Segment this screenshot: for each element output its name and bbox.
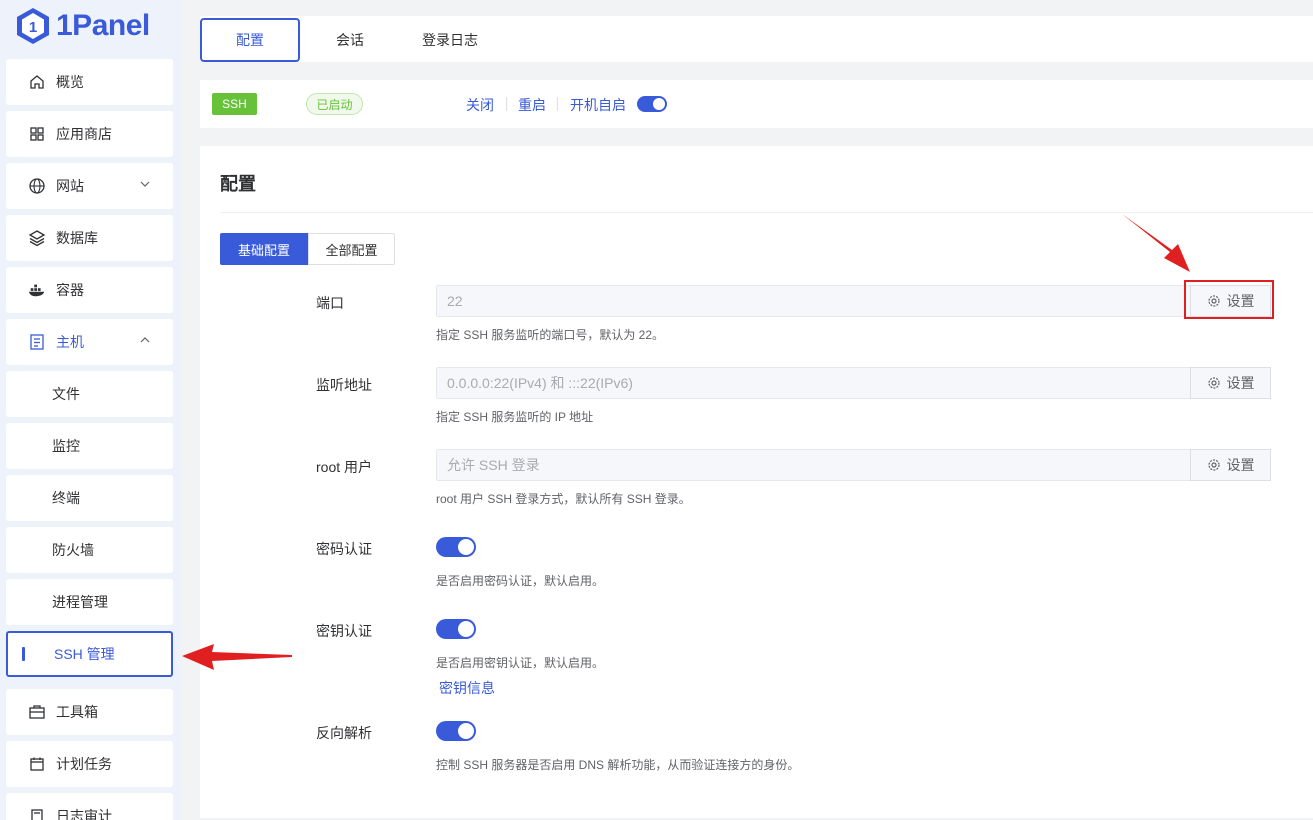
tab-config[interactable]: 配置 xyxy=(200,18,300,62)
sidebar-item-label: 工具箱 xyxy=(56,704,98,720)
listen-label: 监听地址 xyxy=(316,377,372,393)
set-label: 设置 xyxy=(1226,375,1255,391)
sidebar-item-database[interactable]: 数据库 xyxy=(6,215,173,261)
sidebar-item-label: 监控 xyxy=(52,438,80,454)
home-icon xyxy=(28,73,46,91)
sidebar-item-container[interactable]: 容器 xyxy=(6,267,173,313)
active-indicator xyxy=(22,647,25,661)
log-icon xyxy=(28,807,46,820)
service-status-bar: SSH 已启动 关闭 重启 开机自启 xyxy=(200,80,1313,128)
all-config-tab[interactable]: 全部配置 xyxy=(308,233,395,265)
sidebar-item-label: 网站 xyxy=(56,178,84,194)
divider xyxy=(506,97,507,111)
tab-sessions[interactable]: 会话 xyxy=(336,18,364,62)
port-value: 22 xyxy=(447,293,463,309)
sidebar-item-label: 进程管理 xyxy=(52,594,108,610)
reverse-dns-hint: 控制 SSH 服务器是否启用 DNS 解析功能，从而验证连接方的身份。 xyxy=(436,758,800,772)
password-auth-hint: 是否启用密码认证，默认启用。 xyxy=(436,574,605,588)
gear-icon xyxy=(1207,377,1220,389)
set-label: 设置 xyxy=(1226,457,1255,473)
tab-bar: 配置 会话 登录日志 xyxy=(200,16,1313,62)
sidebar-item-label: 终端 xyxy=(52,490,80,506)
host-icon xyxy=(28,333,46,351)
sidebar-item-label: 防火墙 xyxy=(52,542,94,558)
sidebar-item-host[interactable]: 主机 xyxy=(6,319,173,365)
sidebar: 1 1Panel 概览 应用商店 网站 数据库 容器 主机 文件 监控 终端 防… xyxy=(0,0,182,820)
listen-hint: 指定 SSH 服务监听的 IP 地址 xyxy=(436,410,594,424)
annotation-arrow-icon xyxy=(182,644,292,670)
chevron-up-icon xyxy=(140,337,150,343)
sidebar-item-label: 文件 xyxy=(52,386,80,402)
password-auth-label: 密码认证 xyxy=(316,541,372,557)
sidebar-item-label: 容器 xyxy=(56,282,84,298)
svg-text:1: 1 xyxy=(29,19,37,36)
sidebar-item-process[interactable]: 进程管理 xyxy=(6,579,173,625)
chevron-down-icon xyxy=(140,181,150,187)
root-value: 允许 SSH 登录 xyxy=(447,457,540,473)
sidebar-item-toolbox[interactable]: 工具箱 xyxy=(6,689,173,735)
sidebar-item-files[interactable]: 文件 xyxy=(6,371,173,417)
sidebar-item-logs[interactable]: 日志审计 xyxy=(6,793,173,820)
port-input: 22 设置 xyxy=(436,285,1271,317)
port-label: 端口 xyxy=(316,295,344,311)
gear-icon xyxy=(1207,459,1220,471)
sidebar-item-terminal[interactable]: 终端 xyxy=(6,475,173,521)
key-auth-hint: 是否启用密钥认证，默认启用。 xyxy=(436,656,605,670)
basic-config-tab[interactable]: 基础配置 xyxy=(220,233,308,265)
tab-login-logs[interactable]: 登录日志 xyxy=(422,18,478,62)
restart-button[interactable]: 重启 xyxy=(518,95,546,115)
listen-set-button[interactable]: 设置 xyxy=(1190,367,1271,399)
sidebar-item-cron[interactable]: 计划任务 xyxy=(6,741,173,787)
sidebar-item-label: 应用商店 xyxy=(56,126,112,142)
reverse-dns-toggle[interactable] xyxy=(436,721,476,741)
autostart-label: 开机自启 xyxy=(570,97,626,113)
card-title: 配置 xyxy=(220,174,256,194)
key-auth-label: 密钥认证 xyxy=(316,623,372,639)
layers-icon xyxy=(28,229,46,247)
sidebar-item-overview[interactable]: 概览 xyxy=(6,59,173,105)
reverse-dns-label: 反向解析 xyxy=(316,725,372,741)
highlight-box xyxy=(1184,280,1274,319)
status-badge: 已启动 xyxy=(306,93,363,115)
sidebar-item-monitor[interactable]: 监控 xyxy=(6,423,173,469)
sidebar-item-firewall[interactable]: 防火墙 xyxy=(6,527,173,573)
sidebar-item-website[interactable]: 网站 xyxy=(6,163,173,209)
root-hint: root 用户 SSH 登录方式，默认所有 SSH 登录。 xyxy=(436,492,691,506)
root-input: 允许 SSH 登录 设置 xyxy=(436,449,1271,481)
globe-icon xyxy=(28,177,46,195)
sidebar-item-label: 主机 xyxy=(56,334,84,350)
divider xyxy=(557,97,558,111)
sidebar-item-ssh[interactable]: SSH 管理 xyxy=(6,631,173,677)
docker-icon xyxy=(28,281,46,299)
toolbox-icon xyxy=(28,703,46,721)
sidebar-item-app-store[interactable]: 应用商店 xyxy=(6,111,173,157)
listen-input: 0.0.0.0:22(IPv4) 和 :::22(IPv6) 设置 xyxy=(436,367,1271,399)
listen-value: 0.0.0.0:22(IPv4) 和 :::22(IPv6) xyxy=(447,375,633,391)
sidebar-item-label: 计划任务 xyxy=(56,756,112,772)
stop-button[interactable]: 关闭 xyxy=(466,95,494,115)
root-set-button[interactable]: 设置 xyxy=(1190,449,1271,481)
sidebar-item-label: 概览 xyxy=(56,74,84,90)
key-auth-toggle[interactable] xyxy=(436,619,476,639)
sidebar-item-label: SSH 管理 xyxy=(54,646,115,662)
key-info-link[interactable]: 密钥信息 xyxy=(439,678,495,698)
calendar-icon xyxy=(28,755,46,773)
logo-icon: 1 xyxy=(17,8,49,44)
grid-icon xyxy=(28,125,46,143)
annotation-arrow-icon xyxy=(1122,214,1190,272)
root-label: root 用户 xyxy=(316,459,373,475)
sidebar-item-label: 日志审计 xyxy=(56,808,112,820)
sidebar-item-label: 数据库 xyxy=(56,230,98,246)
port-hint: 指定 SSH 服务监听的端口号，默认为 22。 xyxy=(436,328,665,342)
app-logo[interactable]: 1 1Panel xyxy=(16,6,150,46)
autostart-toggle[interactable] xyxy=(637,96,667,112)
password-auth-toggle[interactable] xyxy=(436,537,476,557)
service-tag: SSH xyxy=(212,93,257,115)
logo-text: 1Panel xyxy=(56,9,150,42)
